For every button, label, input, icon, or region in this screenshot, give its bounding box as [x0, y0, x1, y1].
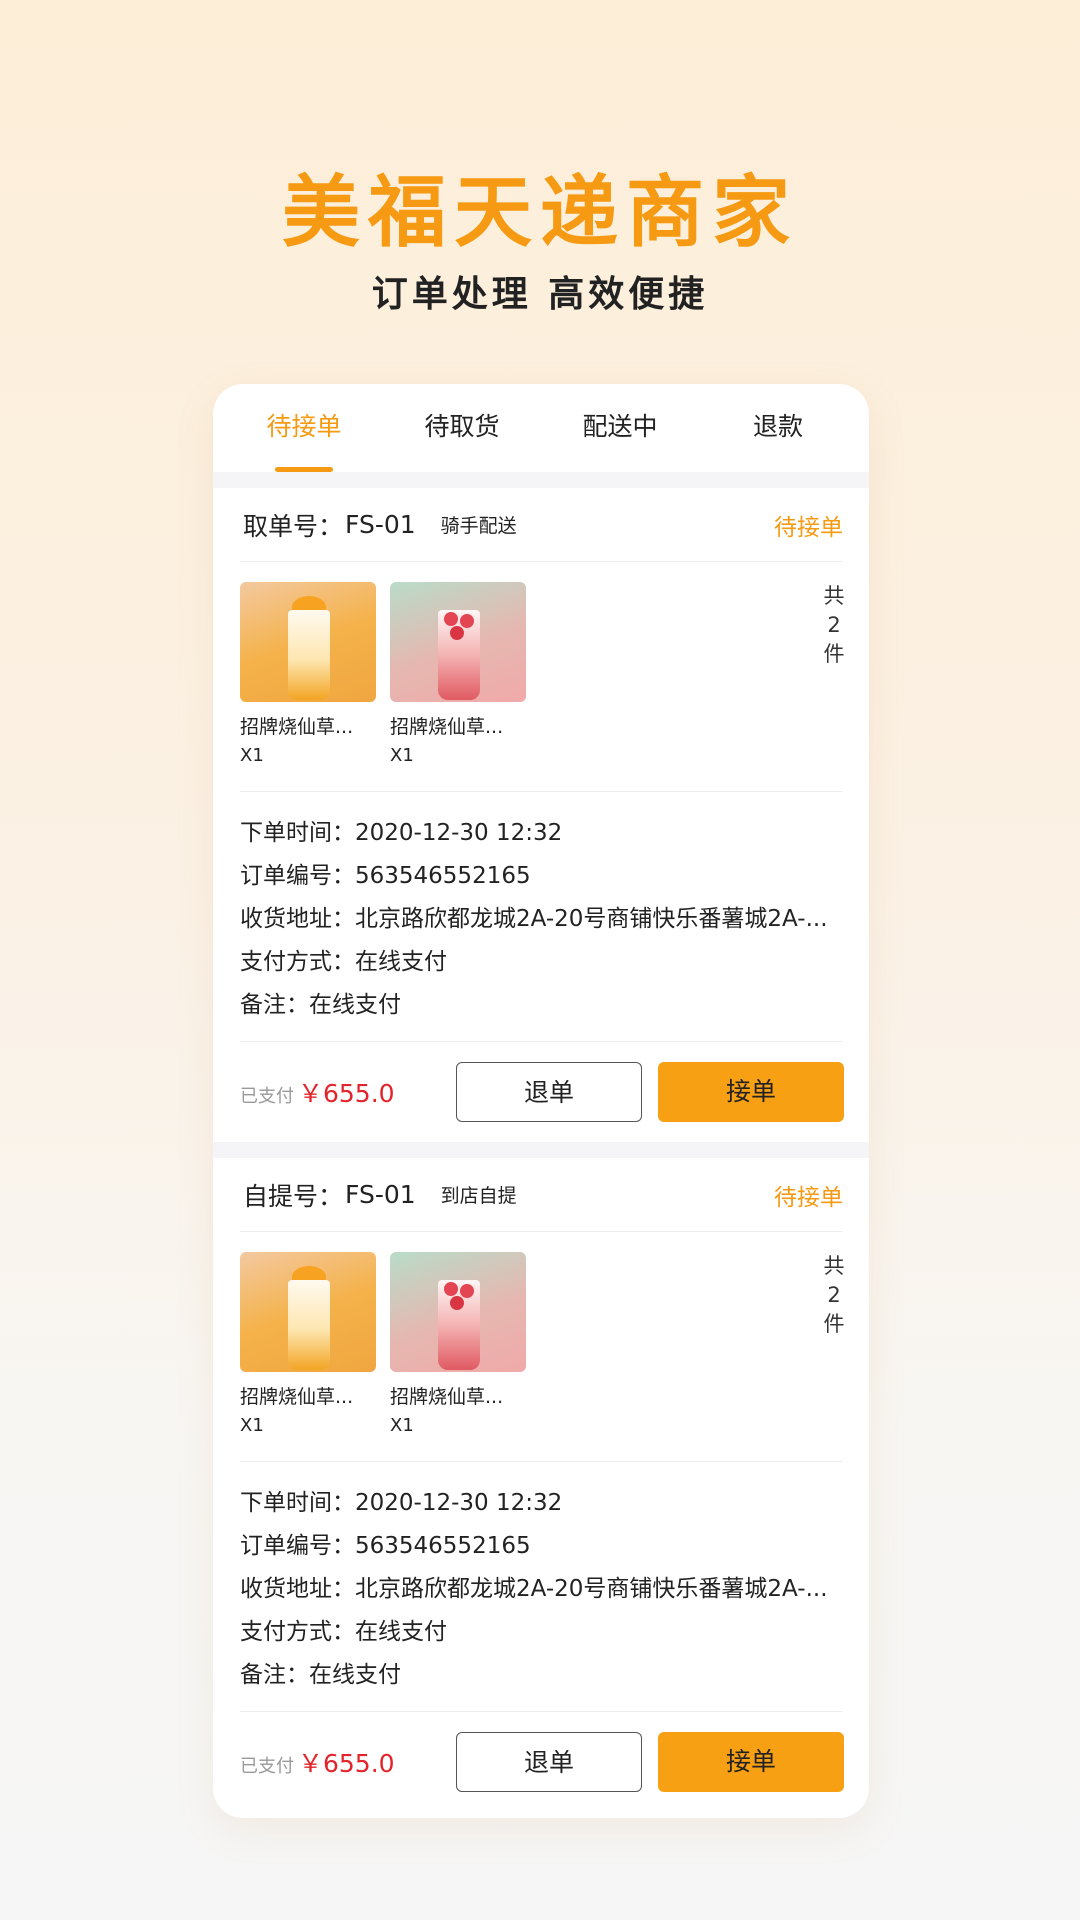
- hero-title: 美福天递商家: [281, 168, 798, 258]
- order-card: 自提号： FS-01 到店自提 待接单 招牌烧仙草... X1 招牌烧仙草...…: [213, 1158, 869, 1812]
- section-divider: [213, 1142, 869, 1158]
- mango-drink-image: [240, 582, 376, 702]
- tab-refund[interactable]: 退款: [699, 384, 857, 472]
- order-info: 下单时间：2020-12-30 12:32 订单编号：563546552165 …: [240, 792, 843, 1042]
- order-id-row: 订单编号：563546552165: [240, 1533, 531, 1559]
- strawberry-drink-image: [390, 1252, 526, 1372]
- tab-delivering[interactable]: 配送中: [541, 384, 699, 472]
- order-status: 待接单: [774, 514, 843, 541]
- order-info: 下单时间：2020-12-30 12:32 订单编号：563546552165 …: [240, 1462, 843, 1712]
- delivery-type: 骑手配送: [440, 515, 517, 537]
- product-item[interactable]: 招牌烧仙草... X1: [390, 1252, 526, 1436]
- order-id-row: 订单编号：563546552165: [240, 863, 531, 889]
- reject-order-button[interactable]: 退单: [456, 1732, 642, 1792]
- mango-drink-image: [240, 1252, 376, 1372]
- section-divider: [213, 472, 869, 488]
- strawberry-drink-image: [390, 582, 526, 702]
- product-name: 招牌烧仙草...: [240, 716, 354, 738]
- order-number-value: FS-01: [345, 510, 416, 539]
- accept-order-button[interactable]: 接单: [658, 1062, 844, 1122]
- note-row: 备注：在线支付: [240, 1662, 401, 1688]
- paid-amount: 已支付 ￥655.0: [240, 1079, 395, 1108]
- note-row: 备注：在线支付: [240, 992, 401, 1018]
- product-list: 招牌烧仙草... X1 招牌烧仙草... X1 共 2 件: [240, 1232, 845, 1462]
- order-number-label: 取单号：: [243, 511, 344, 541]
- accept-order-button[interactable]: 接单: [658, 1732, 844, 1792]
- address-row: 收货地址：北京路欣都龙城2A-20号商铺快乐番薯城2A-...: [240, 906, 828, 932]
- order-time-row: 下单时间：2020-12-30 12:32: [240, 820, 563, 846]
- tab-pending-pickup[interactable]: 待取货: [383, 384, 541, 472]
- order-status: 待接单: [774, 1184, 843, 1211]
- order-number-label: 自提号：: [243, 1181, 344, 1211]
- product-name: 招牌烧仙草...: [390, 1386, 504, 1408]
- hero-subtitle: 订单处理 高效便捷: [371, 274, 709, 315]
- order-header: 取单号： FS-01 骑手配送 待接单: [240, 488, 843, 562]
- product-item[interactable]: 招牌烧仙草... X1: [240, 1252, 376, 1436]
- order-header: 自提号： FS-01 到店自提 待接单: [240, 1158, 843, 1232]
- product-qty: X1: [240, 1415, 264, 1436]
- order-card: 取单号： FS-01 骑手配送 待接单 招牌烧仙草... X1 招牌烧仙草...…: [213, 488, 869, 1142]
- address-row: 收货地址：北京路欣都龙城2A-20号商铺快乐番薯城2A-...: [240, 1576, 828, 1602]
- order-number-value: FS-01: [345, 1180, 416, 1209]
- item-count: 共 2 件: [823, 584, 845, 666]
- orders-card: 待接单 待取货 配送中 退款 取单号： FS-01 骑手配送 待接单 招牌烧仙草…: [213, 384, 869, 1818]
- product-name: 招牌烧仙草...: [240, 1386, 354, 1408]
- order-tabs: 待接单 待取货 配送中 退款: [213, 384, 869, 472]
- item-count: 共 2 件: [823, 1254, 845, 1336]
- paid-amount: 已支付 ￥655.0: [240, 1749, 395, 1778]
- tab-pending-accept[interactable]: 待接单: [225, 384, 383, 472]
- product-qty: X1: [390, 745, 414, 766]
- product-qty: X1: [240, 745, 264, 766]
- reject-order-button[interactable]: 退单: [456, 1062, 642, 1122]
- order-time-row: 下单时间：2020-12-30 12:32: [240, 1490, 563, 1516]
- payment-row: 支付方式：在线支付: [240, 1619, 447, 1645]
- delivery-type: 到店自提: [440, 1185, 517, 1207]
- order-footer: 已支付 ￥655.0 退单 接单: [240, 1042, 844, 1142]
- product-qty: X1: [390, 1415, 414, 1436]
- payment-row: 支付方式：在线支付: [240, 949, 447, 975]
- product-item[interactable]: 招牌烧仙草... X1: [390, 582, 526, 766]
- order-footer: 已支付 ￥655.0 退单 接单: [240, 1712, 844, 1812]
- product-name: 招牌烧仙草...: [390, 716, 504, 738]
- product-list: 招牌烧仙草... X1 招牌烧仙草... X1 共 2 件: [240, 562, 845, 792]
- product-item[interactable]: 招牌烧仙草... X1: [240, 582, 376, 766]
